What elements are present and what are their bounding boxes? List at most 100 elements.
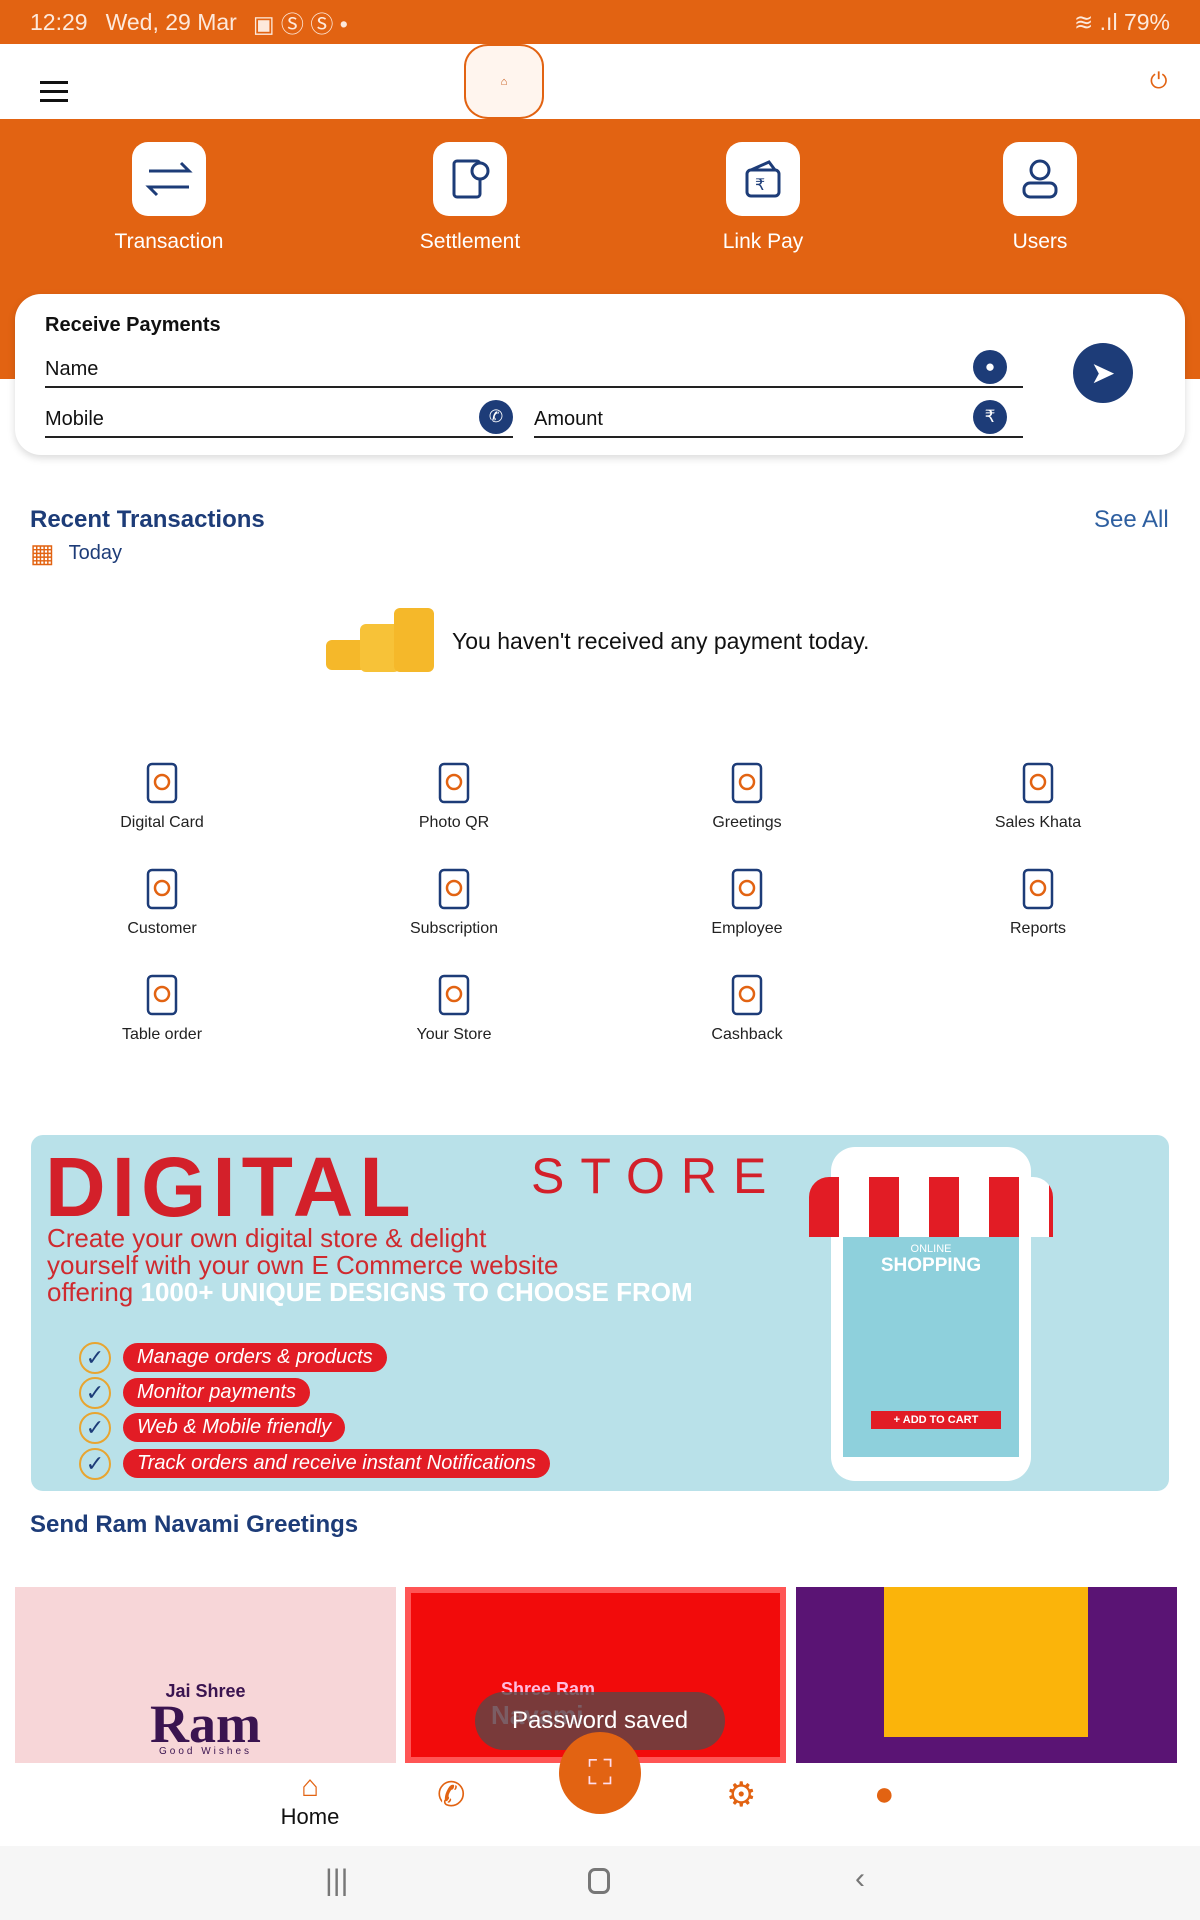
nav-home[interactable]: ⌂ Home (270, 1770, 350, 1830)
grid-item-employee[interactable]: Employee (637, 866, 857, 938)
notification-icons: ▣ Ⓢ Ⓢ • (252, 11, 348, 37)
quick-action-label: Link Pay (722, 230, 804, 253)
name-input[interactable]: Name ● (45, 350, 1023, 388)
employee-icon (731, 868, 763, 910)
grid-item-greetings[interactable]: Greetings (637, 760, 857, 832)
empty-state-message: You haven't received any payment today. (452, 628, 870, 654)
settlement-doc-icon (433, 142, 507, 216)
receive-payments-title: Receive Payments (45, 314, 221, 336)
back-button[interactable]: ‹ (855, 1862, 865, 1896)
status-bar: 12:29 Wed, 29 Mar ▣ Ⓢ Ⓢ • ≋ .ıl 79% (0, 0, 1200, 44)
quick-action-transaction[interactable]: Transaction (69, 142, 269, 254)
home-system-button[interactable] (588, 1868, 610, 1894)
amount-input[interactable]: Amount ₹ (534, 400, 1023, 438)
grid-item-label: Greetings (712, 814, 782, 831)
subscription-icon (438, 868, 470, 910)
battery-level: 79% (1123, 8, 1170, 35)
cashback-icon (731, 974, 763, 1016)
grid-item-label: Sales Khata (994, 814, 1082, 831)
quick-action-label: Users (1012, 230, 1068, 253)
grid-item-your-store[interactable]: Your Store (344, 972, 564, 1044)
your-store-icon (438, 974, 470, 1016)
svg-text:₹: ₹ (755, 177, 765, 194)
recent-transactions-title: Recent Transactions (30, 506, 265, 533)
home-icon: ⌂ (300, 1770, 320, 1803)
see-all-link[interactable]: See All (1094, 506, 1169, 534)
profile-icon[interactable]: ● (874, 1775, 895, 1814)
app-header: ⌂ ⏻ (0, 44, 1200, 119)
wallet-rupee-icon: ₹ (726, 142, 800, 216)
quick-action-label: Transaction (114, 230, 224, 253)
quick-action-label: Settlement (419, 230, 521, 253)
contact-person-icon[interactable]: ● (973, 350, 1007, 384)
grid-item-label: Subscription (409, 920, 499, 937)
table-order-icon (146, 974, 178, 1016)
date-filter-label: Today (68, 542, 122, 564)
settings-gear-icon[interactable]: ⚙ (726, 1775, 756, 1815)
grid-item-label: Employee (711, 920, 783, 937)
grid-item-label: Your Store (416, 1026, 492, 1043)
digital-card-icon (146, 762, 178, 804)
mobile-input[interactable]: Mobile ✆ (45, 400, 513, 438)
quick-action-users[interactable]: Users (940, 142, 1140, 254)
power-icon[interactable]: ⏻ (1150, 68, 1167, 94)
scan-qr-fab[interactable]: ⛶ (559, 1732, 641, 1814)
grid-item-reports[interactable]: Reports (928, 866, 1148, 938)
grid-item-label: Table order (121, 1026, 203, 1043)
coins-illustration (300, 600, 450, 680)
greeting-card-jai-shree-ram[interactable]: Jai Shree Ram Good Wishes (15, 1587, 396, 1763)
receive-payments-card: Receive Payments Name ● Mobile ✆ Amount ₹ ➤ (15, 294, 1185, 455)
date-filter[interactable]: ▦ Today (30, 538, 122, 569)
feature-pill: Manage orders & products (123, 1343, 387, 1372)
digital-store-banner[interactable]: DIGITAL STORE Create your own digital st… (31, 1135, 1169, 1491)
check-icon: ✓ (79, 1412, 111, 1444)
grid-item-sales-khata[interactable]: Sales Khata (928, 760, 1148, 832)
nav-home-label: Home (280, 1804, 340, 1829)
phone-icon[interactable]: ✆ (479, 400, 513, 434)
grid-item-label: Photo QR (418, 814, 490, 831)
check-icon: ✓ (79, 1448, 111, 1480)
grid-item-subscription[interactable]: Subscription (344, 866, 564, 938)
reports-icon (1022, 868, 1054, 910)
mobile-placeholder: Mobile (45, 408, 104, 430)
check-icon: ✓ (79, 1342, 111, 1374)
recents-button[interactable]: ||| (325, 1864, 348, 1898)
name-placeholder: Name (45, 358, 99, 380)
wifi-signal-icon: ≋ .ıl (1074, 8, 1124, 35)
user-icon (1003, 142, 1077, 216)
grid-item-digital-card[interactable]: Digital Card (52, 760, 272, 832)
amount-placeholder: Amount (534, 408, 603, 430)
grid-item-customer[interactable]: Customer (52, 866, 272, 938)
submit-arrow-button[interactable]: ➤ (1073, 343, 1133, 403)
grid-item-label: Reports (1009, 920, 1067, 937)
grid-item-cashback[interactable]: Cashback (637, 972, 857, 1044)
grid-item-table-order[interactable]: Table order (52, 972, 272, 1044)
banner-title: DIGITAL (45, 1140, 417, 1234)
transfer-arrows-icon (132, 142, 206, 216)
status-date: Wed, 29 Mar (105, 8, 237, 35)
calendar-icon: ▦ (30, 538, 55, 568)
customer-icon (146, 868, 178, 910)
add-to-cart-graphic: + ADD TO CART (871, 1411, 1001, 1429)
menu-icon[interactable] (40, 81, 68, 102)
greetings-icon (731, 762, 763, 804)
check-icon: ✓ (79, 1377, 111, 1409)
feature-pill: Web & Mobile friendly (123, 1413, 346, 1442)
greetings-title: Send Ram Navami Greetings (30, 1511, 359, 1538)
sales-khata-icon (1022, 762, 1054, 804)
greeting-card-temple[interactable] (796, 1587, 1177, 1763)
quick-action-link-pay[interactable]: ₹ Link Pay (663, 142, 863, 254)
quick-action-settlement[interactable]: Settlement (370, 142, 570, 254)
phone-nav-icon[interactable]: ✆ (437, 1775, 466, 1815)
rupee-icon: ₹ (973, 400, 1007, 434)
banner-subtitle: STORE (531, 1148, 783, 1204)
feature-pill: Track orders and receive instant Notific… (123, 1449, 550, 1478)
grid-item-label: Cashback (711, 1026, 783, 1043)
grid-item-label: Digital Card (120, 814, 204, 831)
brand-logo: ⌂ (464, 44, 544, 119)
grid-item-photo-qr[interactable]: Photo QR (344, 760, 564, 832)
photo-qr-icon (438, 762, 470, 804)
phone-illustration: ONLINE SHOPPING + ADD TO CART (809, 1147, 1053, 1481)
banner-description: Create your own digital store & delight y… (47, 1223, 693, 1307)
feature-pill: Monitor payments (123, 1378, 310, 1407)
